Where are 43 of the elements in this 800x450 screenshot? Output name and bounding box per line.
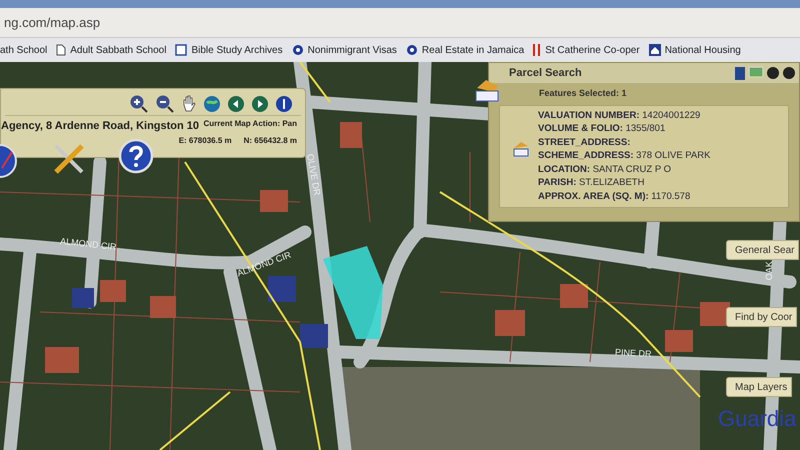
street-label: PINE DR <box>614 346 652 361</box>
zoom-in-icon[interactable] <box>129 94 149 114</box>
compass-icon[interactable] <box>0 144 18 178</box>
parcel-table-icon[interactable] <box>474 78 500 104</box>
url-text[interactable]: ng.com/map.asp <box>4 12 100 32</box>
bookmark-link[interactable]: Nonimmigrant Visas <box>292 42 397 58</box>
hand-icon[interactable] <box>181 94 197 112</box>
attribute-text: APPROX. AREA (SQ. M): 1170.578 <box>538 190 692 203</box>
features-selected-text: Features Selected: 1 <box>538 87 628 100</box>
attribute-text: VALUATION NUMBER: 14204001229 <box>538 110 702 122</box>
house-icon <box>648 44 661 56</box>
bookmark-link[interactable]: Adult Sabbath School <box>56 42 166 58</box>
attribute-text: LOCATION: SANTA CRUZ P O <box>538 164 672 176</box>
bookmark-link[interactable]: Bible Study Archives <box>175 42 283 58</box>
globe-icon[interactable] <box>203 94 221 112</box>
side-panel-button[interactable]: Map Layers <box>726 377 792 397</box>
bookmark-link[interactable]: ath School <box>0 42 48 58</box>
side-panel-button[interactable]: General Sear <box>726 240 800 260</box>
square-icon <box>175 44 188 56</box>
attribute-text: STREET_ADDRESS: <box>538 136 632 149</box>
bookmark-link[interactable]: National Housing <box>648 42 741 58</box>
agency-address: Agency, 8 Ardenne Road, Kingston 10 <box>1 119 200 134</box>
street-label: OAK <box>762 261 775 280</box>
info-icon[interactable] <box>275 94 293 112</box>
panel-title: Parcel Search <box>509 66 582 81</box>
map-action-text: Current Map Action: Pan <box>204 118 297 130</box>
bars-icon <box>533 44 542 56</box>
page-icon <box>56 44 66 56</box>
globe-icon <box>292 44 304 56</box>
street-label: ALMOND CIR <box>59 235 118 254</box>
globe-icon <box>406 44 418 56</box>
bookmark-link[interactable]: Real Estate in Jamaica <box>406 42 524 58</box>
attribute-text: PARISH: ST.ELIZABETH <box>538 177 646 190</box>
side-panel-button[interactable]: Find by Coor <box>726 307 798 327</box>
attribute-text: VOLUME & FOLIO: 1355/801 <box>538 123 666 136</box>
northing-text: N: 656432.8 m <box>244 134 297 146</box>
document-icon[interactable] <box>735 66 745 80</box>
bookmark-link[interactable]: St Catherine Co-oper <box>533 42 640 58</box>
zoom-out-icon[interactable] <box>155 94 175 114</box>
tools-icon[interactable] <box>52 142 86 176</box>
parcel-table-icon <box>512 140 530 158</box>
attribute-text: SCHEME_ADDRESS: 378 OLIVE PARK <box>538 150 712 162</box>
easting-text: E: 678036.5 m <box>178 134 232 146</box>
